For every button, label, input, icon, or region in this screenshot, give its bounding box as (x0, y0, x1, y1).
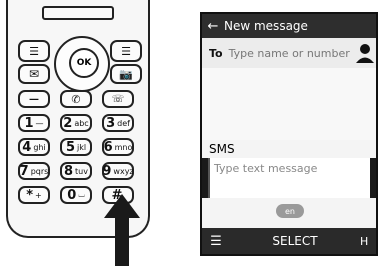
select-softkey[interactable]: SELECT (230, 234, 360, 248)
key-3[interactable]: 3 def (102, 114, 134, 132)
key-9[interactable]: 9 wxyz (102, 162, 134, 180)
key-8[interactable]: 8 tuv (60, 162, 92, 180)
key-9-label: 9 (102, 163, 112, 179)
recipient-row[interactable]: To Type name or number (202, 38, 376, 68)
key-7[interactable]: 7 pqrs (18, 162, 50, 180)
end-key[interactable]: ☏ (102, 90, 134, 108)
whatsapp-icon: ✆ (71, 92, 81, 106)
key-8-label: 8 (64, 163, 74, 179)
ok-label: OK (76, 58, 92, 68)
key-1[interactable]: 1— (18, 114, 50, 132)
key-2[interactable]: 2 abc (60, 114, 92, 132)
key-1-label: 1 (24, 115, 34, 131)
key-4-sub: ghi (33, 142, 46, 152)
key-6-sub: mno (114, 142, 133, 152)
key-0-sub: ⌴ (78, 190, 85, 199)
key-6[interactable]: 6 mno (102, 138, 134, 156)
key-3-sub: def (117, 118, 130, 128)
language-badge[interactable]: en (276, 204, 304, 218)
pointer-arrow-icon (104, 194, 140, 266)
key-7-sub: pqrs (30, 166, 49, 176)
key-2-label: 2 (63, 115, 73, 131)
phone-speaker (42, 6, 114, 20)
ok-button[interactable]: OK (69, 48, 99, 78)
end-call-icon: ☏ (111, 93, 125, 105)
key-8-sub: tuv (75, 166, 88, 176)
whatsapp-key[interactable]: ✆ (60, 90, 92, 108)
title-bar: ← New message (202, 14, 376, 38)
message-input[interactable]: Type text message (208, 158, 370, 198)
right-softkey-icon: ☰ (121, 44, 131, 58)
key-3-label: 3 (106, 115, 116, 131)
key-1-sub: — (35, 118, 44, 128)
key-7-label: 7 (19, 163, 29, 179)
recipient-input[interactable]: Type name or number (229, 47, 350, 60)
message-key[interactable]: ✉ (18, 64, 50, 84)
camera-icon: 📷 (119, 67, 133, 81)
navigation-pad[interactable]: OK (54, 36, 110, 92)
right-softkey-label[interactable]: H (360, 235, 376, 248)
call-key[interactable]: — (18, 90, 50, 108)
page-title: New message (224, 19, 308, 33)
menu-icon[interactable]: ☰ (202, 234, 230, 249)
key-star-sub: + (35, 190, 42, 200)
key-4-label: 4 (22, 139, 32, 155)
key-star[interactable]: * + (18, 186, 50, 204)
back-arrow-icon[interactable]: ← (202, 19, 224, 34)
right-softkey[interactable]: ☰ (110, 40, 142, 62)
key-2-sub: abc (74, 118, 89, 128)
key-5[interactable]: 5 jkl (60, 138, 92, 156)
softkey-bar: ☰ SELECT H (202, 228, 376, 254)
key-5-sub: jkl (76, 142, 87, 152)
key-0[interactable]: 0 ⌴ (60, 186, 92, 204)
left-softkey[interactable]: ☰ (18, 40, 50, 62)
camera-key[interactable]: 📷 (110, 64, 142, 84)
message-thread-area (202, 68, 376, 140)
key-9-sub: wxyz (113, 166, 134, 176)
key-5-label: 5 (65, 139, 75, 155)
key-0-label: 0 (67, 187, 77, 203)
phone-screen: ← New message To Type name or number SMS… (200, 12, 378, 256)
key-6-label: 6 (103, 139, 113, 155)
sms-label: SMS (202, 140, 376, 158)
key-4[interactable]: 4 ghi (18, 138, 50, 156)
to-label: To (209, 46, 223, 60)
call-icon: — (29, 93, 39, 105)
key-star-label: * (26, 187, 34, 203)
left-softkey-icon: ☰ (29, 44, 39, 58)
envelope-icon: ✉ (28, 67, 40, 81)
contact-icon[interactable] (356, 43, 374, 63)
